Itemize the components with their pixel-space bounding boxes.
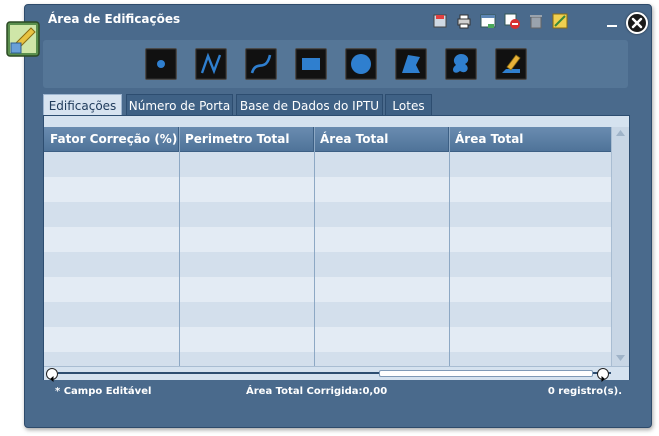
polygon-tool[interactable] <box>395 48 427 80</box>
total-corrected-area: Área Total Corrigida:0,00 <box>246 386 388 397</box>
edit-tool[interactable] <box>495 48 527 80</box>
column-divider <box>179 127 180 366</box>
status-footer: * Campo Editável Área Total Corrigida:0,… <box>43 382 628 402</box>
app-icon <box>5 19 43 59</box>
circle-icon <box>351 54 371 74</box>
circle-tool[interactable] <box>345 48 377 80</box>
draw-tools-panel <box>43 40 628 88</box>
grid-empty-row <box>44 277 611 302</box>
grid-header: Fator Correção (%) * Perimetro Total Áre… <box>44 127 611 170</box>
remove-layer-icon[interactable] <box>503 12 521 30</box>
column-header-area-total-corrigida[interactable]: Área Total Corrigida <box>314 127 449 170</box>
close-icon <box>631 17 643 29</box>
data-grid: Fator Correção (%) * Perimetro Total Áre… <box>43 115 630 382</box>
tab-edificacoes[interactable]: Edificações <box>43 94 122 116</box>
grid-empty-row <box>44 252 611 277</box>
edifications-window: Área de Edificações Edificações Número d… <box>24 4 652 428</box>
rectangle-tool[interactable] <box>295 48 327 80</box>
pencil-icon <box>502 54 521 73</box>
polyline-icon <box>200 52 222 75</box>
grid-empty-row <box>44 202 611 227</box>
grid-empty-row <box>44 177 611 202</box>
column-divider <box>314 127 315 366</box>
tab-base-de-dados-iptu[interactable]: Base de Dados do IPTU <box>236 94 383 116</box>
column-header-fator-correcao[interactable]: Fator Correção (%) * <box>44 127 179 170</box>
window-toolbar <box>431 12 569 30</box>
minimize-icon[interactable] <box>605 15 619 29</box>
grid-empty-row <box>44 152 611 177</box>
save-icon[interactable] <box>431 12 449 30</box>
freehand-polygon-tool[interactable] <box>445 48 477 80</box>
column-header-area-total[interactable]: Área Total <box>449 127 611 151</box>
point-tool[interactable] <box>145 48 177 80</box>
polygon-icon <box>402 55 420 73</box>
grid-body <box>44 152 611 366</box>
grid-empty-row <box>44 227 611 252</box>
grid-empty-row <box>44 327 611 352</box>
column-header-perimetro-total[interactable]: Perimetro Total <box>179 127 314 151</box>
vertical-scrollbar[interactable] <box>611 127 629 366</box>
grid-empty-row <box>44 302 611 327</box>
scroll-thumb[interactable] <box>379 370 593 377</box>
column-divider <box>449 127 450 366</box>
window-title: Área de Edificações <box>48 12 181 26</box>
scroll-right-button[interactable] <box>597 368 609 382</box>
vertical-scroll-arrows-icon <box>616 130 625 361</box>
export-table-icon[interactable] <box>479 12 497 30</box>
point-icon <box>157 60 165 68</box>
close-button[interactable] <box>626 12 648 34</box>
tab-lotes[interactable]: Lotes <box>385 94 432 116</box>
curve-icon <box>250 54 272 74</box>
horizontal-scrollbar[interactable] <box>44 366 629 382</box>
rectangle-icon <box>302 58 320 70</box>
print-icon[interactable] <box>455 12 473 30</box>
record-count: 0 registro(s). <box>547 386 622 397</box>
freehand-shape-icon <box>453 54 469 73</box>
polyline-tool[interactable] <box>195 48 227 80</box>
scroll-left-button[interactable] <box>46 368 58 382</box>
curve-tool[interactable] <box>245 48 277 80</box>
grid-empty-row <box>44 352 611 366</box>
editable-field-note: * Campo Editável <box>55 386 152 397</box>
measure-icon[interactable] <box>551 12 569 30</box>
trash-icon[interactable] <box>527 12 545 30</box>
tab-numero-de-porta[interactable]: Número de Porta <box>126 94 233 116</box>
